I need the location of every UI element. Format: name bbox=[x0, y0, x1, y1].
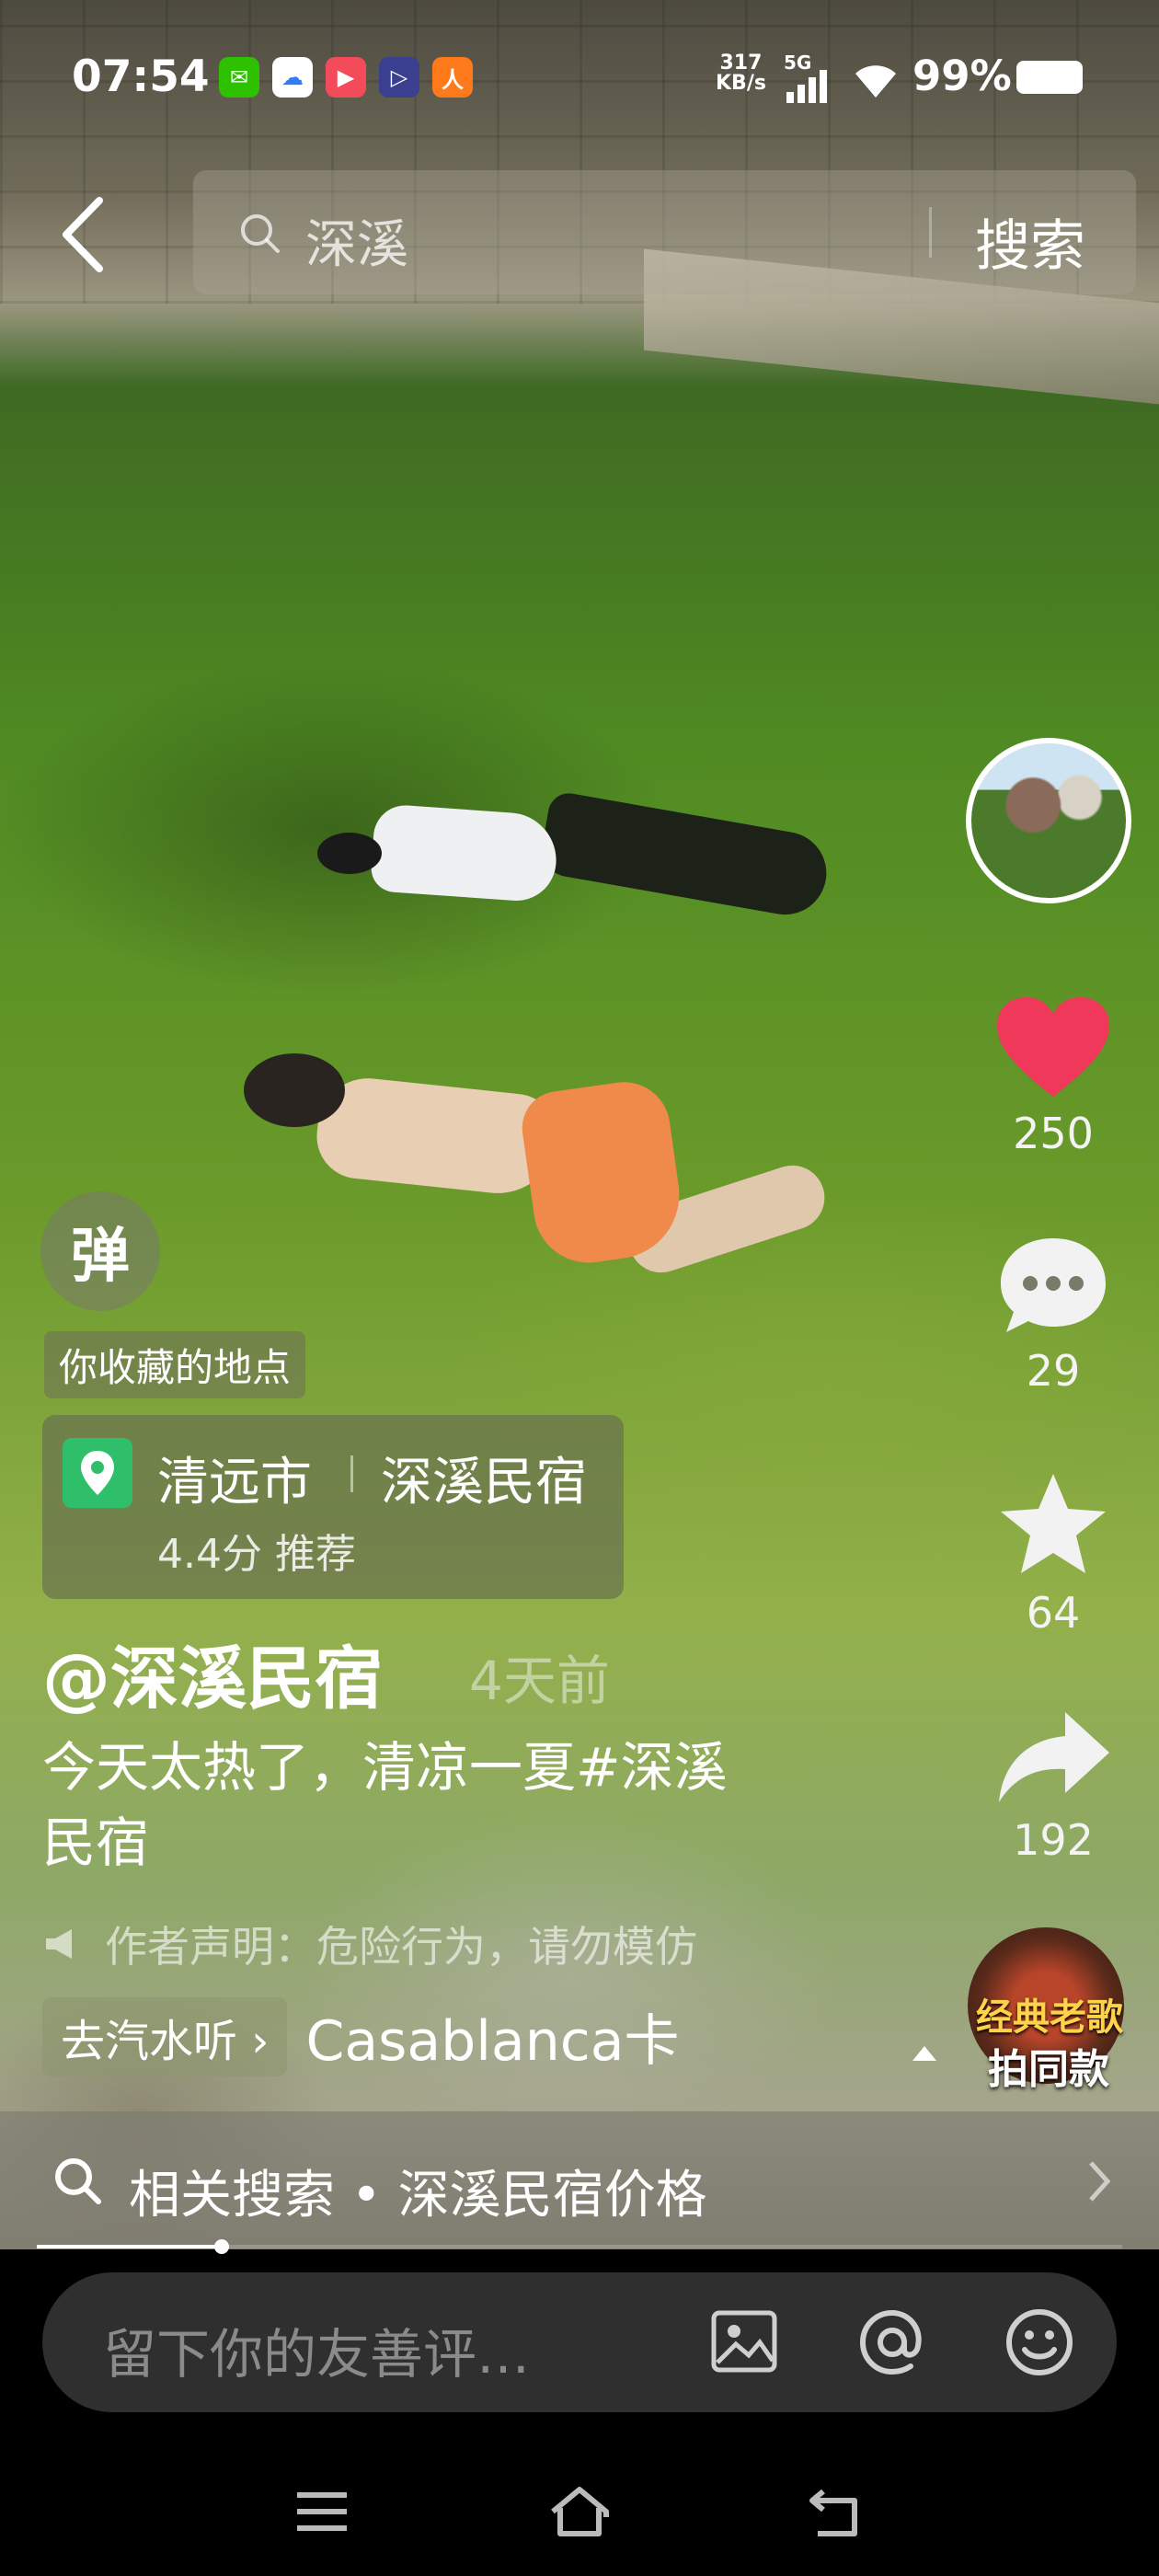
related-search-bar[interactable]: 相关搜索 • 深溪民宿价格 bbox=[0, 2111, 1159, 2249]
comment-icon bbox=[1001, 1238, 1106, 1332]
network-speed-unit: KB/s bbox=[716, 72, 766, 95]
comment-input[interactable]: 留下你的友善评… bbox=[42, 2272, 1117, 2412]
system-navigation-bar bbox=[0, 2466, 1159, 2558]
comment-count: 29 bbox=[1026, 1346, 1081, 1396]
player-app-icon: ▷ bbox=[379, 57, 419, 98]
chevron-right-icon: › bbox=[251, 2015, 270, 2067]
network-speed: 317 KB/s bbox=[716, 53, 766, 94]
wechat-icon: ✉ bbox=[219, 57, 259, 98]
danmu-toggle-button[interactable]: 弹 bbox=[40, 1191, 160, 1311]
back-button[interactable] bbox=[55, 193, 110, 276]
signal-icon bbox=[786, 70, 827, 103]
home-icon[interactable] bbox=[547, 2484, 612, 2539]
image-icon[interactable] bbox=[708, 2306, 782, 2379]
location-name: 深溪民宿 bbox=[381, 1453, 587, 1512]
location-card[interactable]: 清远市 深溪民宿 4.4分 推荐 bbox=[42, 1415, 624, 1599]
search-query[interactable]: 深溪 bbox=[305, 203, 408, 278]
status-bar: 07:54 ✉ ☁ ▶ ▷ 人 317 KB/s 5G 99% bbox=[0, 46, 1159, 110]
music-row[interactable]: 去汽水听 › Casablanca卡 bbox=[42, 1996, 679, 2076]
related-search-text: 相关搜索 • 深溪民宿价格 bbox=[129, 2166, 707, 2225]
music-title[interactable]: Casablanca卡 bbox=[305, 1996, 679, 2076]
battery-percent: 99% bbox=[912, 52, 1012, 100]
location-pin-icon bbox=[63, 1438, 132, 1508]
share-arrow-icon bbox=[999, 1712, 1109, 1802]
video-progress-bar[interactable] bbox=[37, 2239, 1122, 2254]
disc-label: 经典老歌 bbox=[976, 1996, 1123, 2039]
like-count: 250 bbox=[1013, 1109, 1094, 1158]
progress-fill bbox=[37, 2245, 222, 2248]
network-speed-value: 317 bbox=[719, 52, 763, 75]
favorite-button[interactable]: 64 bbox=[975, 1470, 1131, 1638]
favorite-place-tag: 你收藏的地点 bbox=[44, 1331, 306, 1398]
status-time: 07:54 bbox=[72, 52, 210, 102]
swimmer-2-head bbox=[244, 1053, 345, 1127]
menu-icon[interactable] bbox=[290, 2484, 354, 2539]
search-divider bbox=[929, 207, 932, 258]
search-icon bbox=[241, 214, 280, 253]
share-count: 192 bbox=[1013, 1815, 1094, 1865]
comment-placeholder: 留下你的友善评… bbox=[103, 2323, 531, 2386]
swimmer-1-head bbox=[317, 833, 382, 874]
search-icon bbox=[55, 2158, 101, 2204]
video-caption[interactable]: 今天太热了，清凉一夏#深溪民宿 bbox=[42, 1730, 760, 1880]
emoji-icon[interactable] bbox=[1003, 2306, 1076, 2379]
favorite-count: 64 bbox=[1026, 1588, 1081, 1638]
chevron-right-icon bbox=[1089, 2161, 1111, 2202]
same-style-button[interactable]: 拍同款 bbox=[975, 2036, 1122, 2095]
location-rating: 4.4分 推荐 bbox=[157, 1531, 356, 1578]
author-name[interactable]: @深溪民宿 bbox=[42, 1624, 383, 1722]
search-button[interactable]: 搜索 bbox=[975, 201, 1085, 282]
post-time: 4天前 bbox=[469, 1650, 610, 1712]
progress-handle[interactable] bbox=[213, 2239, 229, 2254]
battery-icon bbox=[1016, 61, 1083, 94]
wifi-icon bbox=[855, 65, 896, 98]
location-divider bbox=[350, 1455, 353, 1492]
listen-in-qishui-chip[interactable]: 去汽水听 › bbox=[42, 1996, 288, 2076]
comment-button[interactable]: 29 bbox=[975, 1233, 1131, 1396]
back-nav-icon[interactable] bbox=[805, 2484, 869, 2539]
star-icon bbox=[1001, 1474, 1106, 1573]
listen-chip-label: 去汽水听 bbox=[61, 2015, 238, 2067]
notification-icons: ✉ ☁ ▶ ▷ 人 bbox=[219, 57, 473, 98]
orange-app-icon: 人 bbox=[432, 57, 473, 98]
like-button[interactable]: 250 bbox=[975, 995, 1131, 1158]
video-app-icon: ▶ bbox=[326, 57, 366, 98]
author-avatar[interactable] bbox=[966, 738, 1131, 903]
heart-icon bbox=[997, 997, 1109, 1097]
search-bar[interactable]: 深溪 搜索 bbox=[193, 170, 1136, 294]
megaphone-icon bbox=[46, 1929, 72, 1959]
swimmer-1-pants bbox=[537, 789, 833, 922]
disclaimer-text: 作者声明：危险行为，请勿模仿 bbox=[105, 1922, 697, 1972]
music-wave-icon bbox=[912, 2046, 936, 2061]
location-city: 清远市 bbox=[157, 1453, 312, 1512]
baidu-netdisk-icon: ☁ bbox=[272, 57, 313, 98]
author-disclaimer: 作者声明：危险行为，请勿模仿 bbox=[42, 1914, 697, 1974]
mention-icon[interactable] bbox=[855, 2306, 929, 2379]
share-button[interactable]: 192 bbox=[975, 1707, 1131, 1865]
swimmer-1-shirt bbox=[369, 803, 560, 903]
danmu-label: 弹 bbox=[71, 1223, 130, 1291]
